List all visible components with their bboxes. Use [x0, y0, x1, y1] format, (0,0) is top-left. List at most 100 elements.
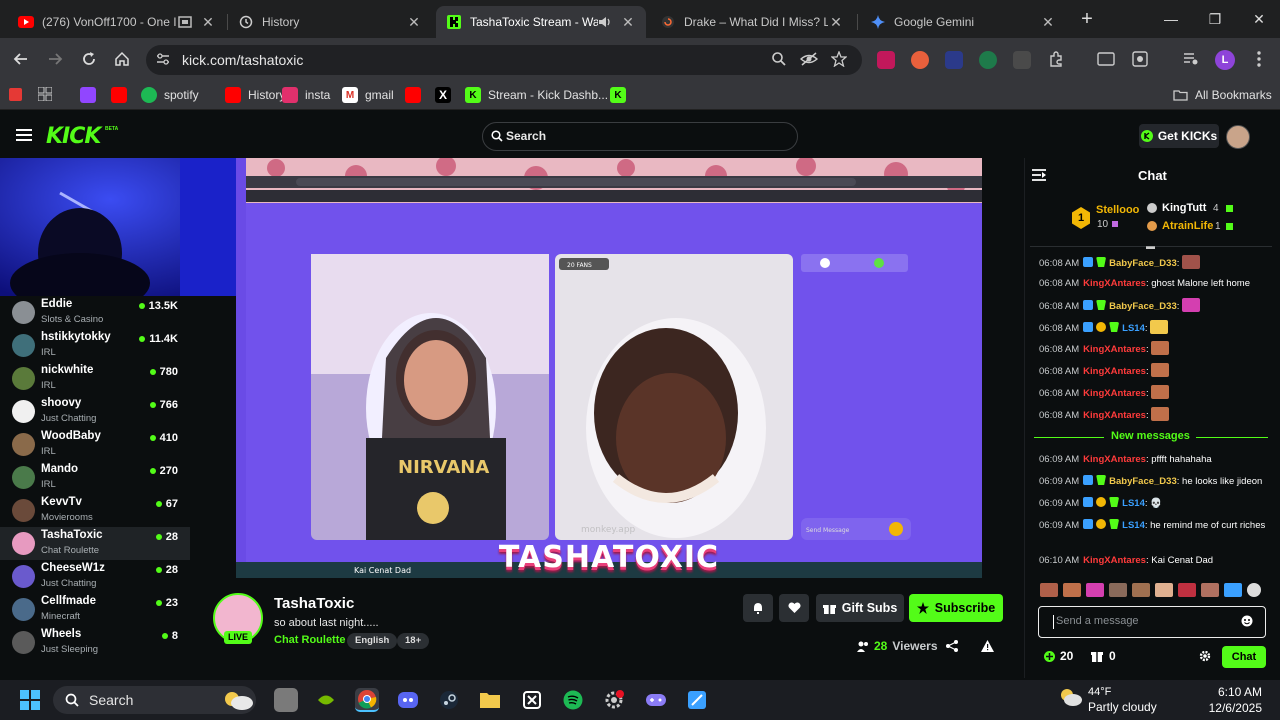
bookmark-twitch[interactable] [80, 86, 103, 104]
tag-language[interactable]: English [347, 633, 398, 649]
chat-username[interactable]: LS14 [1122, 498, 1145, 509]
chat-username[interactable]: KingXAntares [1083, 278, 1146, 289]
get-kicks-button[interactable]: Get KICKs [1139, 124, 1219, 148]
extensions-puzzle-icon[interactable] [1045, 48, 1067, 70]
tab-genius[interactable]: Drake – What Did I Miss? Lyr ✕ [650, 6, 854, 38]
bookmark-history[interactable]: History [225, 86, 285, 104]
gift-subs-button[interactable]: Gift Subs [816, 594, 904, 622]
stream-category[interactable]: Chat Roulette [274, 634, 346, 646]
minimize-button[interactable]: — [1160, 8, 1182, 30]
bookmark-x[interactable]: X [435, 86, 458, 104]
chat-username[interactable]: LS14 [1122, 520, 1145, 531]
chat-username[interactable]: KingXAntares [1083, 454, 1146, 465]
emote[interactable] [1109, 583, 1127, 597]
close-icon[interactable]: ✕ [200, 14, 216, 31]
chat-emote[interactable] [1151, 407, 1170, 421]
kick-logo[interactable]: KICK [46, 124, 101, 149]
sidebar-channel-woodbaby[interactable]: WoodBaby IRL 410 [0, 428, 190, 461]
profile-avatar[interactable]: L [1215, 50, 1235, 70]
notification-bell-button[interactable] [743, 594, 773, 622]
close-icon[interactable]: ✕ [620, 14, 636, 31]
chat-username[interactable]: KingXAntares [1083, 410, 1146, 421]
chat-username[interactable]: BabyFace_D33 [1109, 258, 1177, 269]
extension-honey-icon[interactable] [911, 51, 929, 69]
emote[interactable] [1201, 583, 1219, 597]
close-icon[interactable]: ✕ [1040, 14, 1056, 31]
media-controls-icon[interactable] [1180, 48, 1202, 70]
report-icon[interactable] [981, 640, 994, 652]
back-icon[interactable] [10, 48, 32, 70]
chat-username[interactable]: KingXAntares [1083, 388, 1146, 399]
chat-username[interactable]: KingXAntares [1083, 344, 1146, 355]
bookmark-spotify[interactable]: spotify [141, 86, 199, 104]
bookmark-insta[interactable]: insta [282, 86, 330, 104]
extension-bitwarden-icon[interactable] [945, 51, 963, 69]
extension-ublock-icon[interactable] [877, 51, 895, 69]
sidebar-channel-cellfmade[interactable]: Cellfmade Minecraft 23 [0, 593, 190, 626]
chat-username[interactable]: BabyFace_D33 [1109, 476, 1177, 487]
kebab-menu-icon[interactable] [1248, 48, 1270, 70]
tab-history[interactable]: History ✕ [228, 6, 432, 38]
bookmark-star-icon[interactable] [828, 48, 850, 70]
chat-emote[interactable] [1182, 255, 1201, 269]
follow-button[interactable] [779, 594, 809, 622]
bookmark-youtube[interactable] [111, 86, 134, 104]
settings-app-icon[interactable] [602, 688, 626, 712]
new-tab-button[interactable]: + [1076, 8, 1098, 30]
subscribe-button[interactable]: Subscribe [909, 594, 1003, 622]
forward-icon[interactable] [44, 48, 66, 70]
bookmark-youtube-2[interactable] [405, 86, 428, 104]
discord-app-icon[interactable] [396, 688, 420, 712]
chat-emote[interactable] [1151, 363, 1170, 377]
video-player[interactable]: NIRVANA 20 FANS monkey.app Send Message … [236, 158, 982, 578]
sidebar-channel-eddie[interactable]: Eddie Slots & Casino 13.5K [0, 296, 190, 329]
nvidia-app-icon[interactable] [314, 688, 338, 712]
home-icon[interactable] [111, 48, 133, 70]
steam-app-icon[interactable] [437, 688, 461, 712]
tag-mature[interactable]: 18+ [397, 633, 430, 649]
clock-time[interactable]: 6:10 AM [1208, 685, 1262, 699]
translate-icon[interactable] [1129, 48, 1151, 70]
chat-emote[interactable] [1151, 385, 1170, 399]
emoji-icon[interactable] [1241, 615, 1253, 627]
spotify-app-icon[interactable] [561, 688, 585, 712]
tab-gemini[interactable]: Google Gemini ✕ [860, 6, 1066, 38]
emote[interactable] [1086, 583, 1104, 597]
chat-send-button[interactable]: Chat [1222, 646, 1266, 668]
site-info-icon[interactable] [152, 48, 174, 70]
reload-icon[interactable] [78, 48, 100, 70]
capcut-app-icon[interactable] [520, 688, 544, 712]
chat-settings-icon[interactable] [1199, 650, 1211, 662]
sidebar-channel-nickwhite[interactable]: nickwhite IRL 780 [0, 362, 190, 395]
cast-icon[interactable] [1095, 48, 1117, 70]
bookmark-kick[interactable]: K [610, 86, 633, 104]
emote[interactable] [1178, 583, 1196, 597]
emote[interactable] [1040, 583, 1058, 597]
tab-youtube[interactable]: (276) VonOff1700 - One I ✕ [8, 6, 226, 38]
chat-username[interactable]: LS14 [1122, 323, 1145, 334]
file-explorer-app-icon[interactable] [274, 688, 298, 712]
emote[interactable] [1155, 583, 1173, 597]
speaker-icon[interactable] [598, 16, 614, 28]
folder-app-icon[interactable] [478, 688, 502, 712]
user-avatar[interactable] [1226, 125, 1250, 149]
emote[interactable] [1224, 583, 1242, 597]
all-bookmarks[interactable]: All Bookmarks [1172, 86, 1272, 104]
sidebar-channel-cheesew1z[interactable]: CheeseW1z Just Chatting 28 [0, 560, 190, 593]
chat-emote[interactable] [1182, 298, 1201, 312]
expand-leaderboard-icon[interactable]: ▬ [1146, 241, 1155, 251]
maximize-button[interactable]: ❐ [1204, 8, 1226, 30]
sidebar-channel-wheels[interactable]: Wheels Just Sleeping 8 [0, 626, 190, 659]
chat-emote[interactable] [1150, 320, 1169, 334]
share-icon[interactable] [946, 640, 958, 652]
apps-grid-icon[interactable] [38, 87, 52, 101]
collapse-chat-icon[interactable] [1032, 169, 1046, 181]
emote[interactable] [1132, 583, 1150, 597]
sidebar-channel-mando[interactable]: Mando IRL 270 [0, 461, 190, 494]
game-app-icon[interactable] [644, 688, 668, 712]
hamburger-menu-icon[interactable] [16, 128, 32, 142]
extension-grammarly-icon[interactable] [979, 51, 997, 69]
chat-username[interactable]: KingXAntares [1083, 366, 1146, 377]
weather-widget-icon[interactable] [218, 688, 256, 712]
close-icon[interactable]: ✕ [828, 14, 844, 31]
